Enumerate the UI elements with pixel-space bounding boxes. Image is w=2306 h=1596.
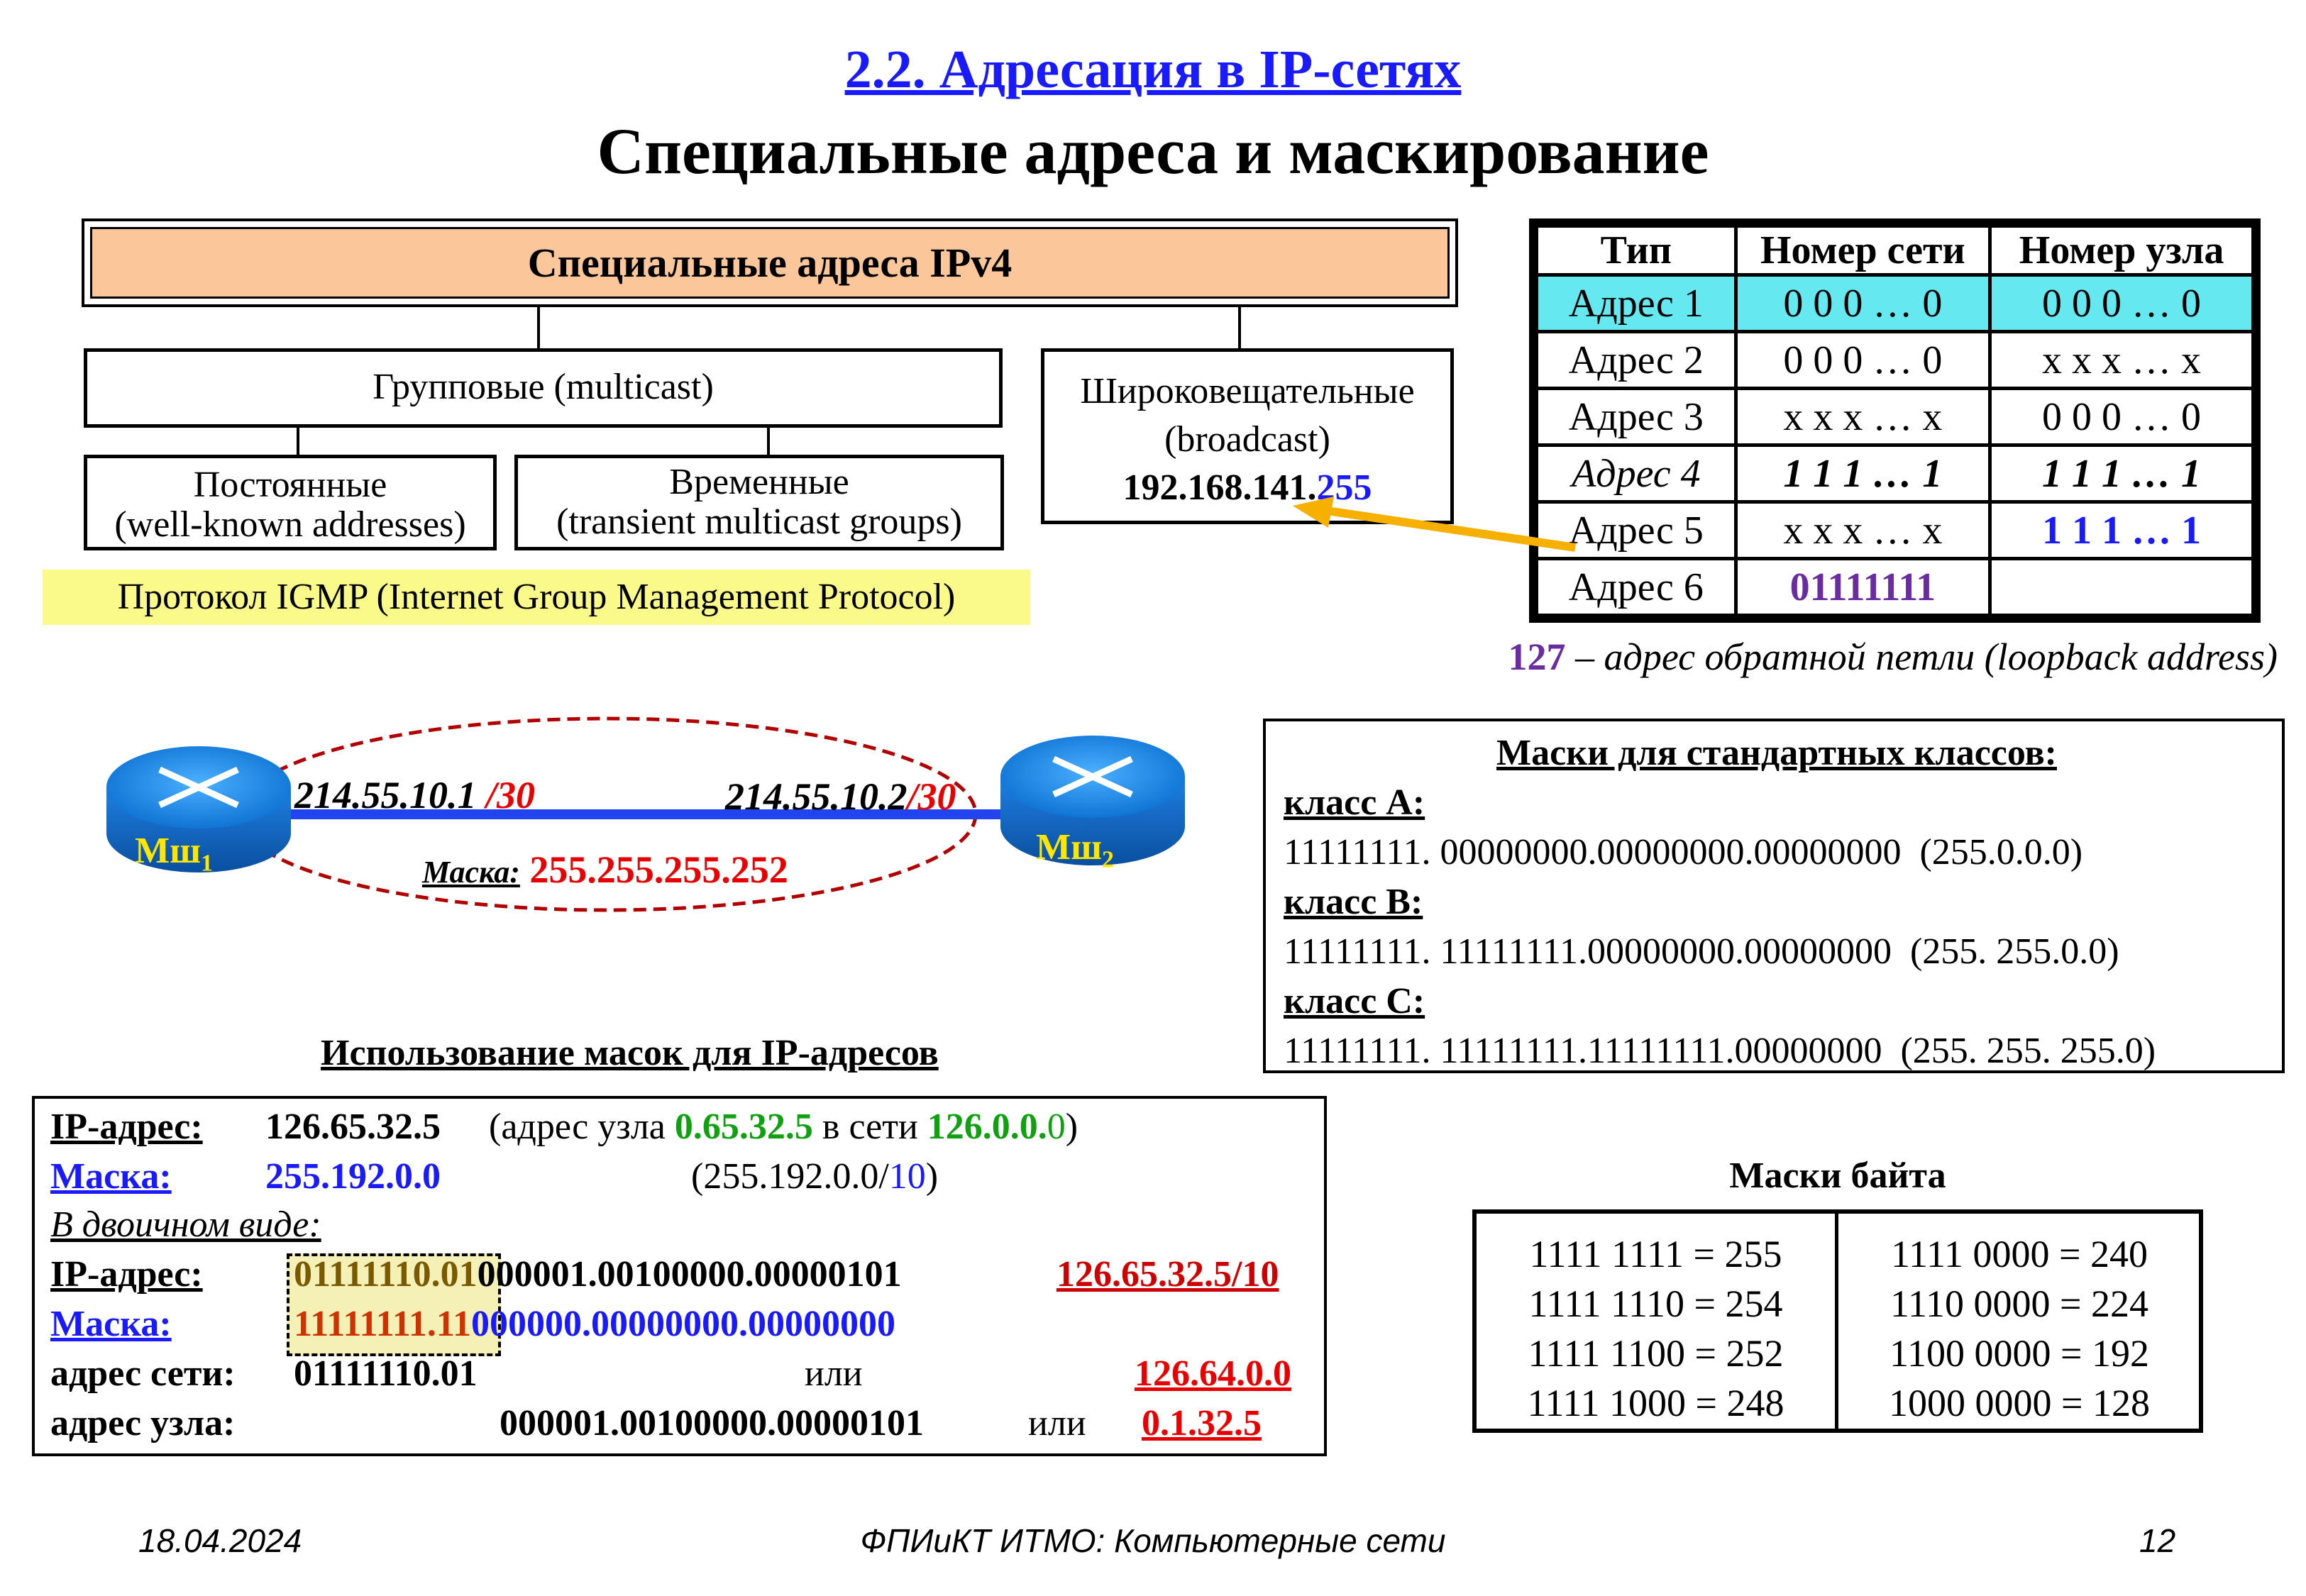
table-cell: 0 0 0 … 0 [1733, 273, 1992, 333]
table-header: Тип [1535, 224, 1738, 277]
byte-masks-left: 1111 1111 = 255 1111 1110 = 254 1111 110… [1477, 1229, 1835, 1428]
left-ip: 214.55.10.1 /30 [294, 774, 536, 816]
table-row: Адрес 5 x x x … x 1 1 1 … 1 [1535, 500, 2255, 560]
table-cell: 1 1 1 … 1 [1988, 443, 2255, 504]
table-cell: Адрес 3 [1535, 387, 1738, 447]
igmp-note: Протокол IGMP (Internet Group Management… [43, 570, 1030, 625]
footer-title: ФПИиКТ ИТМО: Компьютерные сети [860, 1522, 1446, 1559]
router-left-label: Мш1 [135, 831, 213, 877]
host-result: 0.1.32.5 [1142, 1403, 1262, 1443]
net-value: 01111110.01 [294, 1353, 478, 1394]
table-header: Номер узла [1988, 224, 2255, 277]
permanent-box: Постоянные (well-known addresses) [84, 455, 497, 550]
ip-label: IP-адрес: [50, 1107, 203, 1147]
list-item: 1111 0000 = 240 [1891, 1233, 2148, 1275]
mask-note: (255.192.0.0/10) [691, 1156, 939, 1197]
loopback-note: 127 – адрес обратной петли (loopback add… [1426, 635, 2278, 679]
ipv4-root-box: Специальные адреса IPv4 [82, 218, 1458, 307]
table-row: Адрес 1 0 0 0 … 0 0 0 0 … 0 [1535, 273, 2255, 333]
connector [767, 428, 770, 455]
permanent-label-2: (well-known addresses) [114, 504, 466, 545]
list-item: 1111 1111 = 255 [1529, 1233, 1782, 1275]
table-header-row: Тип Номер сети Номер узла [1535, 224, 2255, 277]
permanent-label-1: Постоянные [193, 465, 387, 505]
table-header: Номер сети [1733, 224, 1992, 277]
bin-ip-label: IP-адрес: [50, 1254, 203, 1295]
list-item: 1000 0000 = 128 [1889, 1382, 2150, 1424]
section-title[interactable]: 2.2. Адресация в IP-сетях [0, 39, 2306, 101]
mask-usage-box: IP-адрес: 126.65.32.5 (адрес узла 0.65.3… [32, 1096, 1327, 1456]
list-item: 1111 1100 = 252 [1528, 1332, 1784, 1375]
router-right-label: Мш2 [1036, 827, 1114, 873]
class-b-label: класс В: [1284, 882, 1423, 922]
table-cell: x x x … x [1733, 387, 1992, 447]
mask-label[interactable]: Маска: [50, 1156, 172, 1197]
special-address-table: Тип Номер сети Номер узла Адрес 1 0 0 0 … [1535, 224, 2255, 617]
ip-note: (адрес узла 0.65.32.5 в сети 126.0.0.0) [489, 1107, 1078, 1147]
table-row: Адрес 2 0 0 0 … 0 x x x … x [1535, 330, 2255, 390]
net-label: адрес сети: [50, 1353, 236, 1394]
net-result: 126.64.0.0 [1135, 1353, 1291, 1394]
table-cell: 1 1 1 … 1 [1988, 500, 2255, 560]
multicast-label: Групповые (multicast) [373, 367, 714, 407]
byte-masks-right: 1111 0000 = 240 1110 0000 = 224 1100 000… [1838, 1229, 2200, 1428]
bin-ip-result: 126.65.32.5/10 [1057, 1254, 1279, 1295]
broadcast-label-2: (broadcast) [1164, 419, 1330, 460]
broadcast-label-1: Широковещательные [1080, 371, 1415, 411]
host-or: или [1028, 1403, 1086, 1443]
table-cell: x x x … x [1733, 500, 1992, 560]
byte-masks-title: Маски байта [1729, 1156, 1946, 1196]
transient-label-1: Временные [669, 462, 849, 502]
table-row: Адрес 6 01111111 [1535, 557, 2255, 617]
net-or: или [805, 1353, 863, 1394]
class-masks-title: Маски для стандартных классов: [1496, 733, 2057, 773]
host-label: адрес узла: [50, 1403, 236, 1443]
special-address-table-wrap: Тип Номер сети Номер узла Адрес 1 0 0 0 … [1529, 218, 2261, 623]
list-item: 1100 0000 = 192 [1890, 1332, 2149, 1375]
ip-value: 126.65.32.5 [265, 1107, 441, 1147]
list-item: 1111 1000 = 248 [1527, 1382, 1784, 1424]
class-c-label: класс С: [1284, 981, 1425, 1021]
table-row: Адрес 4 1 1 1 … 1 1 1 1 … 1 [1535, 443, 2255, 504]
class-a-label: класс А: [1284, 782, 1425, 823]
broadcast-arrow [1293, 497, 1576, 552]
class-masks-box: Маски для стандартных классов: класс А: … [1263, 719, 2285, 1073]
ipv4-root-label: Специальные адреса IPv4 [90, 227, 1450, 299]
table-cell [1988, 557, 2255, 617]
table-cell: 0 0 0 … 0 [1988, 273, 2255, 333]
loopback-text: – адрес обратной петли (loopback address… [1565, 636, 2278, 678]
link-mask: Маска: 255.255.255.252 [422, 848, 788, 891]
bin-mask-label[interactable]: Маска: [50, 1303, 172, 1345]
table-cell: 0 0 0 … 0 [1733, 330, 1992, 390]
class-b-value: 11111111. 11111111.00000000.00000000 (25… [1284, 931, 2119, 972]
binary-label: В двоичном виде: [50, 1204, 321, 1245]
loopback-number: 127 [1508, 636, 1566, 678]
bin-mask-value: 11111111.11000000.00000000.00000000 [294, 1304, 896, 1344]
connector [537, 307, 540, 348]
byte-masks-box: 1111 1111 = 255 1111 1110 = 254 1111 110… [1472, 1209, 2203, 1433]
class-a-value: 11111111. 00000000.00000000.00000000 (25… [1284, 832, 2083, 872]
transient-box: Временные (transient multicast groups) [514, 455, 1004, 550]
table-cell: x x x … x [1988, 330, 2255, 390]
table-row: Адрес 3 x x x … x 0 0 0 … 0 [1535, 387, 2255, 447]
connector [297, 428, 299, 455]
bin-ip-value: 01111110.01000001.00100000.00000101 [294, 1254, 902, 1295]
multicast-box: Групповые (multicast) [84, 348, 1003, 428]
table-cell: Адрес 2 [1535, 330, 1738, 390]
transient-label-2: (transient multicast groups) [556, 501, 962, 542]
slide-title: Специальные адреса и маскирование [597, 115, 1709, 187]
class-c-value: 11111111. 11111111.11111111.00000000 (25… [1284, 1031, 2156, 1071]
footer-page-number: 12 [2139, 1522, 2176, 1559]
right-ip: 214.55.10.2/30 [725, 775, 956, 818]
host-value: 000001.00100000.00000101 [500, 1403, 924, 1443]
mask-usage-title: Использование масок для IP-адресов [321, 1033, 939, 1073]
list-item: 1110 0000 = 224 [1890, 1282, 2148, 1325]
table-cell: 0 0 0 … 0 [1988, 387, 2255, 447]
connector [1238, 307, 1241, 348]
table-cell: 1 1 1 … 1 [1733, 443, 1992, 504]
table-cell: Адрес 1 [1535, 273, 1738, 333]
mask-value: 255.192.0.0 [265, 1156, 441, 1197]
list-item: 1111 1110 = 254 [1528, 1282, 1783, 1325]
table-cell: 01111111 [1733, 557, 1992, 617]
